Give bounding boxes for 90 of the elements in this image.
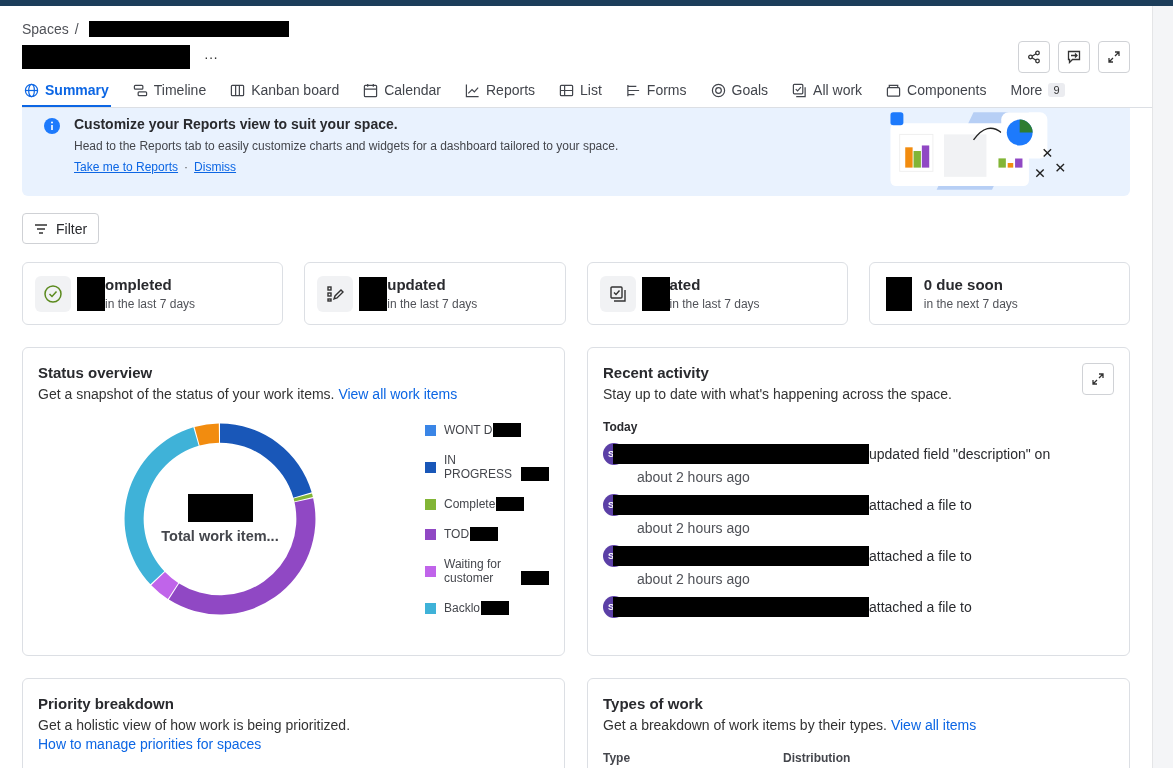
tab[interactable]: Calendar [361,76,443,107]
activity-time: about 2 hours ago [637,469,751,485]
activity-time: about 2 hours ago [637,571,751,587]
expand-icon [1107,50,1121,64]
box-icon [886,82,902,98]
table-icon [559,82,575,98]
legend-label: Backlo [444,601,481,615]
card-title: Types of work [603,695,704,712]
redaction-bar [496,497,525,511]
card-description: Get a holistic view of how work is being prioritized. How to manage priorities for spaces [38,716,352,754]
activity-time: about 2 hours ago [637,520,751,536]
feedback-button[interactable] [1058,41,1090,73]
breadcrumb-link[interactable]: Spaces [22,21,69,37]
donut-center-label: Total work item... [161,528,279,544]
stat-title: ompleted [105,276,173,293]
stat-subtitle: in the last 7 days [387,297,478,311]
link-separator: · [184,160,189,174]
banner-title: Customize your Reports view to suit your space. [74,116,399,132]
tab[interactable]: Timeline [130,76,209,107]
redaction-bar [187,494,253,522]
card-description: Get a breakdown of work items by their types. View all items [603,716,978,735]
board-icon [230,82,246,98]
calendar-icon [363,82,379,98]
share-button[interactable] [1018,41,1050,73]
speech-bubble-icon [1067,50,1081,64]
activity-text: attached a file to [869,497,972,513]
activity-text: attached a file to [869,548,972,564]
activity-text: attached a file to [869,599,972,615]
legend-label: WONT D [444,423,493,437]
stat-subtitle: in the next 7 days [923,297,1018,311]
stat-title: updated [387,276,447,293]
pencil-list-icon [317,275,354,312]
dismiss-link[interactable]: Dismiss [194,160,237,174]
card-title: Status overview [38,364,154,381]
tab[interactable]: Goals [708,76,771,107]
stat-title: ated [669,276,702,293]
info-icon [44,118,60,134]
redaction-bar [493,423,522,437]
legend-label: Complete [444,497,496,511]
stat-subtitle: in the last 7 days [669,297,760,311]
card-description: Get a snapshot of the status of your work items. View all work items [38,385,459,404]
globe-icon [24,82,39,98]
tab[interactable]: Reports [463,76,538,107]
expand-button[interactable] [1082,363,1114,395]
tab[interactable]: More 9 [1008,76,1067,107]
share-icon [1027,50,1041,64]
checkbox-stack-icon [792,82,808,98]
line-chart-icon [465,82,480,98]
priorities-link[interactable]: How to manage priorities for spaces [38,736,262,752]
stat-title: 0 due soon [923,276,1004,293]
redaction-bar [481,601,510,615]
legend-label: Waiting for customer [444,557,502,585]
redaction-bar [470,527,499,541]
card-title: Priority breakdown [38,695,175,712]
tab[interactable]: List [557,76,604,107]
view-all-link[interactable]: View all work items [338,386,458,402]
stat-subtitle: in the last 7 days [105,297,196,311]
card-description: Stay up to date with what's happening across the space. [603,385,953,404]
redaction-bar [885,276,912,311]
tab[interactable]: All work [790,76,865,107]
breadcrumb-separator: / [74,21,79,37]
scrollbar[interactable] [1152,6,1173,768]
tab[interactable]: Components [884,76,989,107]
activity-text: updated field "description" on [869,446,1051,462]
legend-label: TOD [444,527,470,541]
card-title: Recent activity [603,364,709,381]
banner-text: Head to the Reports tab to easily customize charts and widgets for a dashboard tailored to your space. [74,139,620,153]
redaction-bar [641,276,670,311]
more-button[interactable]: ··· [200,47,222,67]
target-icon [710,82,726,98]
column-header: Type [603,751,632,765]
expand-button[interactable] [1098,41,1130,73]
tab[interactable]: Kanban board [228,76,342,107]
column-header: Distribution [783,751,852,765]
count-badge: 9 [1048,83,1065,97]
timeline-icon [132,82,148,98]
legend-label: IN PROGRESS [444,453,513,481]
reports-link[interactable]: Take me to Reports [74,160,179,174]
redaction-bar [521,467,549,481]
day-heading: Today [603,420,639,434]
redaction-bar [77,276,105,311]
tab[interactable]: Forms [623,76,689,107]
form-icon [625,82,641,98]
redaction-bar [359,276,388,311]
filter-button[interactable]: Filter [22,213,100,244]
expand-icon [1091,372,1105,386]
filter-icon [34,221,48,236]
view-all-link[interactable]: View all items [890,717,977,733]
checkbox-stack-icon [599,275,636,312]
redaction-bar [521,571,549,585]
